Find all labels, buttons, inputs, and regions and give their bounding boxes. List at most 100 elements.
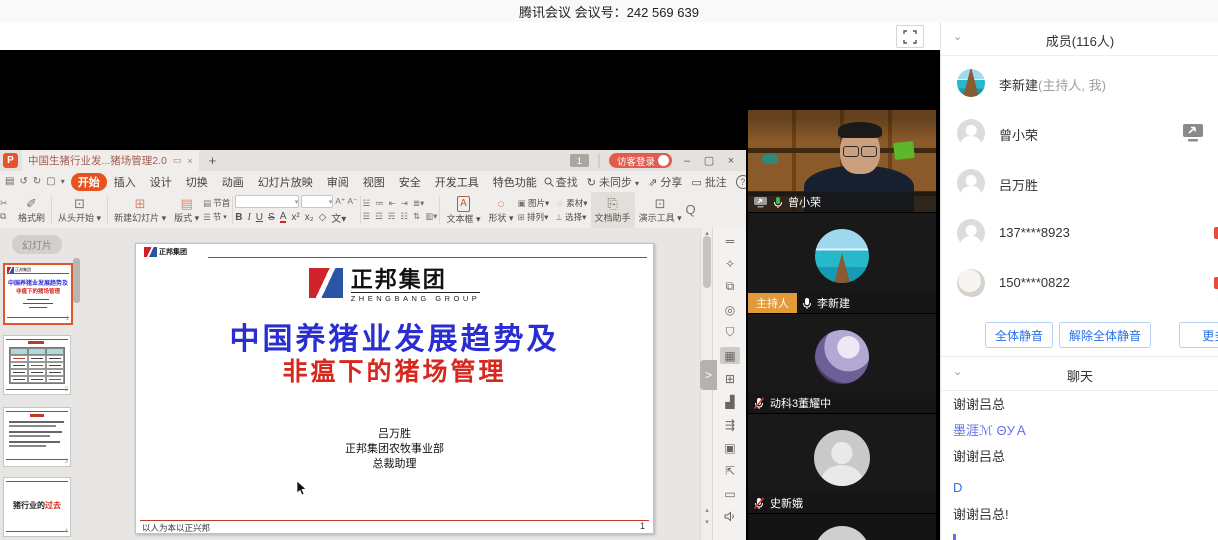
- wps-close-button[interactable]: ×: [724, 155, 738, 167]
- columns-icon[interactable]: ▥▾: [425, 211, 437, 222]
- section-top-button[interactable]: ▤节首: [203, 197, 230, 209]
- ribbon-tab-transition[interactable]: 切换: [179, 173, 215, 191]
- guest-login-button[interactable]: 访客登录: [609, 153, 672, 168]
- font-name-combo[interactable]: ▾: [235, 195, 299, 208]
- ribbon-tab-security[interactable]: 安全: [392, 173, 428, 191]
- slide-thumbnail-2[interactable]: 2: [3, 335, 71, 395]
- rail-theme-icon[interactable]: ⛉: [720, 324, 740, 341]
- toolbar-clipped-button[interactable]: Q: [686, 192, 696, 228]
- wps-document-tab[interactable]: 中国生猪行业发...猪场管理2.0 ▭ ×: [22, 150, 199, 171]
- slide-canvas[interactable]: 正邦集团 正邦集团 ZHENGBANG GROUP 中国养猪业发展趋势及 非瘟下…: [135, 243, 654, 534]
- ribbon-tab-review[interactable]: 审阅: [320, 173, 356, 191]
- rail-at-icon[interactable]: ◎: [720, 301, 740, 318]
- fullscreen-button[interactable]: [896, 25, 924, 48]
- video-tile-dongyaozhong[interactable]: 动科3董耀中: [748, 314, 936, 413]
- arrange-button[interactable]: ⊞ 排列▾: [518, 211, 549, 223]
- picture-button[interactable]: ▣ 图片▾: [518, 197, 550, 209]
- clipboard-group[interactable]: ✂ ⧉: [0, 192, 14, 228]
- video-tile-lixinjian[interactable]: 主持人 李新建: [748, 213, 936, 313]
- superscript-button[interactable]: x²: [291, 212, 299, 223]
- quick-access-dropdown-icon[interactable]: ▾: [61, 177, 65, 186]
- font-increase-icon[interactable]: A⁺: [335, 196, 345, 207]
- panel-collapse-handle[interactable]: >: [700, 360, 717, 390]
- indent-icon[interactable]: ⇥: [401, 198, 408, 209]
- align-justify-icon[interactable]: ☷: [400, 211, 408, 222]
- rail-layout-icon[interactable]: ⧉: [720, 278, 740, 295]
- highlight-button[interactable]: ◇: [319, 212, 327, 223]
- underline-button[interactable]: U: [256, 212, 263, 223]
- font-size-combo[interactable]: ▾: [301, 195, 333, 208]
- outdent-icon[interactable]: ⇤: [389, 198, 396, 209]
- present-tools-button[interactable]: ⊡ 演示工具 ▾: [635, 192, 686, 228]
- shape-button[interactable]: ○ 形状 ▾: [485, 192, 518, 228]
- member-row[interactable]: 曾小荣: [941, 108, 1218, 158]
- material-button[interactable]: ☆ 素材▾: [556, 197, 587, 209]
- strikethrough-button[interactable]: S: [268, 212, 275, 223]
- ribbon-tab-insert[interactable]: 插入: [107, 173, 143, 191]
- member-row[interactable]: 李新建(主持人, 我): [941, 58, 1218, 108]
- font-decrease-icon[interactable]: A⁻: [347, 196, 357, 207]
- slide-thumbnail-4[interactable]: 猪行业的过去 4: [3, 477, 71, 537]
- ribbon-tab-devtools[interactable]: 开发工具: [428, 173, 486, 191]
- ribbon-tab-home[interactable]: 开始: [71, 173, 107, 191]
- number-list-icon[interactable]: ≔: [375, 198, 384, 209]
- rail-image-icon[interactable]: ▣: [720, 439, 740, 456]
- section-button[interactable]: ☰节▾: [203, 211, 230, 223]
- ribbon-tab-design[interactable]: 设计: [143, 173, 179, 191]
- text-effect-button[interactable]: 文▾: [331, 210, 346, 225]
- member-row[interactable]: 吕万胜: [941, 158, 1218, 208]
- help-icon[interactable]: ?: [736, 175, 746, 189]
- italic-button[interactable]: I: [247, 212, 250, 223]
- slide-thumbnail-3[interactable]: 3: [3, 407, 71, 467]
- align-left-icon[interactable]: ☰: [363, 211, 371, 222]
- new-slide-button[interactable]: ⊞ 新建幻灯片 ▾: [110, 192, 170, 228]
- rail-flow-icon[interactable]: ⇶: [720, 416, 740, 433]
- tab-close-icon[interactable]: ×: [187, 156, 192, 166]
- bullet-list-icon[interactable]: ☱: [363, 198, 371, 209]
- rail-media-icon[interactable]: ▭: [720, 485, 740, 502]
- rail-smartart-icon[interactable]: ⊞: [720, 370, 740, 387]
- unmute-all-button[interactable]: 解除全体静音: [1059, 322, 1151, 348]
- save-icon[interactable]: ▤: [5, 176, 14, 187]
- member-row[interactable]: 137****8923: [941, 208, 1218, 258]
- line-spacing-icon[interactable]: ⇅: [413, 211, 420, 222]
- video-tile-zengxiaorong[interactable]: 曾小荣: [748, 110, 936, 212]
- align-center-icon[interactable]: ☲: [375, 211, 383, 222]
- format-painter-button[interactable]: ✐ 格式刷: [14, 192, 49, 228]
- wps-minimize-button[interactable]: –: [680, 155, 694, 167]
- slides-panel-scrollbar[interactable]: [73, 258, 80, 303]
- new-tab-button[interactable]: +: [209, 153, 217, 168]
- sync-status-button[interactable]: ↻ 未同步 ▾: [587, 174, 639, 190]
- align-right-icon[interactable]: ☴: [388, 211, 396, 222]
- ribbon-tab-animation[interactable]: 动画: [215, 173, 251, 191]
- subscript-button[interactable]: x₂: [305, 212, 314, 223]
- rail-animation-icon[interactable]: ✧: [720, 255, 740, 272]
- preview-icon[interactable]: ▢: [46, 176, 55, 187]
- comment-button[interactable]: ▭ 批注: [691, 174, 726, 190]
- undo-icon[interactable]: ↺: [19, 176, 27, 187]
- rail-export-icon[interactable]: ⇱: [720, 462, 740, 479]
- doc-assistant-button[interactable]: ⎘ 文档助手: [591, 192, 635, 228]
- find-button[interactable]: 查找: [544, 174, 578, 190]
- member-row[interactable]: 150****0822: [941, 258, 1218, 308]
- rail-speaker-icon[interactable]: [720, 508, 740, 525]
- video-tile-shixine[interactable]: 史新娥: [748, 414, 936, 513]
- more-button[interactable]: 更多 ▾: [1179, 322, 1218, 348]
- font-color-button[interactable]: A: [280, 212, 287, 223]
- paragraph-mark-icon[interactable]: ≣▾: [413, 198, 424, 209]
- mute-all-button[interactable]: 全体静音: [985, 322, 1053, 348]
- wps-restore-button[interactable]: ▢: [702, 154, 716, 167]
- video-tile-partial[interactable]: [748, 514, 936, 540]
- from-start-button[interactable]: ⊡ 从头开始 ▾: [54, 192, 105, 228]
- slide-thumbnail-1[interactable]: 正邦集团 中国养猪业发展趋势及 非瘟下的猪场管理 1: [3, 263, 73, 325]
- rail-chart-icon[interactable]: ▟: [720, 393, 740, 410]
- layout-button[interactable]: ▤ 版式 ▾: [170, 192, 203, 228]
- textbox-button[interactable]: A 文本框 ▾: [442, 192, 484, 228]
- ribbon-tab-features[interactable]: 特色功能: [486, 173, 544, 191]
- share-button[interactable]: ⇗ 分享: [648, 174, 682, 190]
- tab-pin-icon[interactable]: ▭: [173, 155, 182, 166]
- rail-table-icon[interactable]: ▦: [720, 347, 740, 364]
- rail-drag-handle[interactable]: ═: [720, 232, 740, 249]
- slides-panel-tab[interactable]: 幻灯片: [12, 235, 62, 254]
- canvas-scrollbar-thumb[interactable]: [703, 236, 711, 288]
